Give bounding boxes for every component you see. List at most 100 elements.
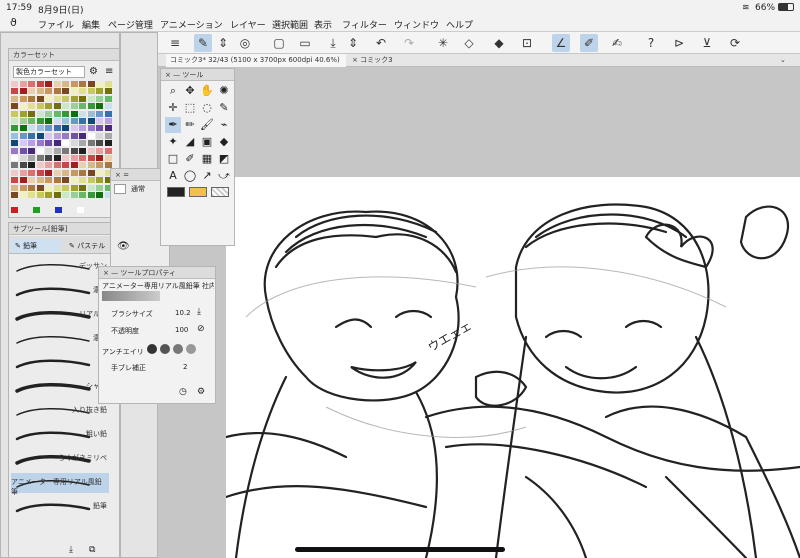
frame-icon[interactable]: ▦ [199, 151, 215, 167]
color-swatch[interactable] [28, 155, 35, 161]
color-swatch[interactable] [70, 192, 78, 198]
color-swatch-grid[interactable] [11, 81, 117, 201]
color-swatch[interactable] [11, 81, 18, 87]
loading-icon[interactable]: ✳ [434, 34, 452, 52]
color-swatch[interactable] [36, 110, 44, 117]
color-swatch[interactable] [70, 147, 78, 154]
color-swatch[interactable] [36, 132, 44, 139]
color-swatch[interactable] [28, 95, 35, 102]
undo-icon[interactable]: ↶ [372, 34, 390, 52]
brush-item[interactable]: 鉛筆 [11, 497, 109, 517]
magic-wand-icon[interactable]: ✺ [216, 83, 232, 99]
pen-icon[interactable]: ✒ [165, 117, 181, 133]
color-swatch[interactable] [19, 132, 27, 139]
color-swatch[interactable] [79, 118, 86, 124]
color-swatch[interactable] [45, 147, 52, 154]
color-swatch[interactable] [96, 169, 103, 176]
hand-move-icon[interactable]: ✥ [182, 83, 198, 99]
dropdown-icon[interactable]: ⇕ [344, 34, 362, 52]
color-swatch[interactable] [19, 177, 27, 184]
fill-icon[interactable]: ◆ [490, 34, 508, 52]
line-icon[interactable]: ↗ [199, 168, 215, 184]
color-swatch[interactable] [53, 140, 61, 147]
brush-item[interactable]: 濃い [11, 329, 109, 349]
clock-icon[interactable]: ◷ [179, 387, 187, 397]
menu-animation[interactable]: アニメーション [160, 18, 223, 31]
app-logo-icon[interactable]: ϑ [10, 16, 17, 29]
color-swatch[interactable] [36, 162, 44, 169]
wrench-icon[interactable]: ⚙ [197, 387, 205, 397]
color-swatch[interactable] [28, 132, 35, 139]
color-swatch[interactable] [53, 184, 61, 191]
color-swatch[interactable] [53, 162, 61, 169]
color-swatch[interactable] [53, 103, 61, 110]
color-swatch[interactable] [104, 95, 112, 102]
toggle-icon[interactable]: ⇕ [214, 34, 232, 52]
color-swatch[interactable] [96, 125, 103, 132]
color-swatch[interactable] [28, 169, 35, 176]
color-swatch[interactable] [87, 132, 95, 139]
color-swatch[interactable] [53, 95, 61, 102]
rotate-icon[interactable]: ⟳ [726, 34, 744, 52]
color-swatch[interactable] [96, 177, 103, 184]
brush-item[interactable]: らくがきミリペ [11, 449, 109, 469]
color-swatch[interactable] [70, 177, 78, 184]
download-icon[interactable]: ⤓ [69, 545, 73, 555]
color-swatch[interactable] [11, 132, 18, 139]
color-swatch[interactable] [28, 140, 35, 147]
color-swatch[interactable] [62, 95, 69, 102]
target-icon[interactable]: ◎ [236, 34, 254, 52]
color-swatch[interactable] [87, 88, 95, 95]
color-swatch[interactable] [96, 132, 103, 139]
color-swatch[interactable] [36, 88, 44, 95]
color-swatch[interactable] [96, 81, 103, 87]
color-swatch[interactable] [87, 147, 95, 154]
color-swatch[interactable] [96, 192, 103, 198]
stroke-icon[interactable]: ∠ [552, 34, 570, 52]
color-swatch[interactable] [11, 88, 18, 95]
color-swatch[interactable] [28, 118, 35, 124]
color-swatch[interactable] [87, 192, 95, 198]
color-swatch[interactable] [87, 125, 95, 132]
color-swatch[interactable] [79, 132, 86, 139]
color-swatch[interactable] [11, 169, 18, 176]
color-swatch[interactable] [79, 192, 86, 198]
color-swatch[interactable] [33, 207, 40, 213]
tab-document-active[interactable]: コミック3* 32/43 (5100 x 3700px 600dpi 40.6%… [166, 54, 346, 67]
open-folder-icon[interactable]: ▭ [296, 34, 314, 52]
color-swatch[interactable] [28, 162, 35, 169]
color-swatch[interactable] [53, 110, 61, 117]
color-swatch[interactable] [19, 184, 27, 191]
new-file-icon[interactable]: ▢ [270, 34, 288, 52]
color-swatch[interactable] [62, 88, 69, 95]
color-swatch[interactable] [36, 147, 44, 154]
color-swatch[interactable] [19, 162, 27, 169]
save-icon[interactable]: ⤓ [324, 34, 342, 52]
tab-pencil[interactable]: ✎ 鉛筆 [11, 239, 61, 253]
color-swatch[interactable] [104, 125, 112, 132]
color-swatch[interactable] [36, 169, 44, 176]
color-swatch[interactable] [70, 132, 78, 139]
color-set-selector[interactable]: 製色カラーセット [13, 66, 85, 78]
color-swatch[interactable] [28, 81, 35, 87]
color-swatch[interactable] [62, 110, 69, 117]
color-swatch[interactable] [104, 81, 112, 87]
color-swatch[interactable] [70, 95, 78, 102]
color-swatch[interactable] [79, 184, 86, 191]
antialias-none[interactable] [147, 344, 157, 354]
color-swatch[interactable] [53, 147, 61, 154]
balloon-icon[interactable]: ◯ [182, 168, 198, 184]
color-swatch[interactable] [45, 162, 52, 169]
color-swatch[interactable] [11, 103, 18, 110]
chevron-down-icon[interactable]: ⌄ [776, 54, 790, 67]
color-swatch[interactable] [36, 125, 44, 132]
color-swatch[interactable] [87, 110, 95, 117]
color-swatch[interactable] [28, 147, 35, 154]
color-swatch[interactable] [45, 140, 52, 147]
color-swatch[interactable] [104, 147, 112, 154]
color-swatch[interactable] [53, 88, 61, 95]
airbrush-icon[interactable]: ⌁ [216, 117, 232, 133]
color-swatch[interactable] [87, 169, 95, 176]
color-swatch[interactable] [11, 155, 18, 161]
color-swatch[interactable] [28, 110, 35, 117]
